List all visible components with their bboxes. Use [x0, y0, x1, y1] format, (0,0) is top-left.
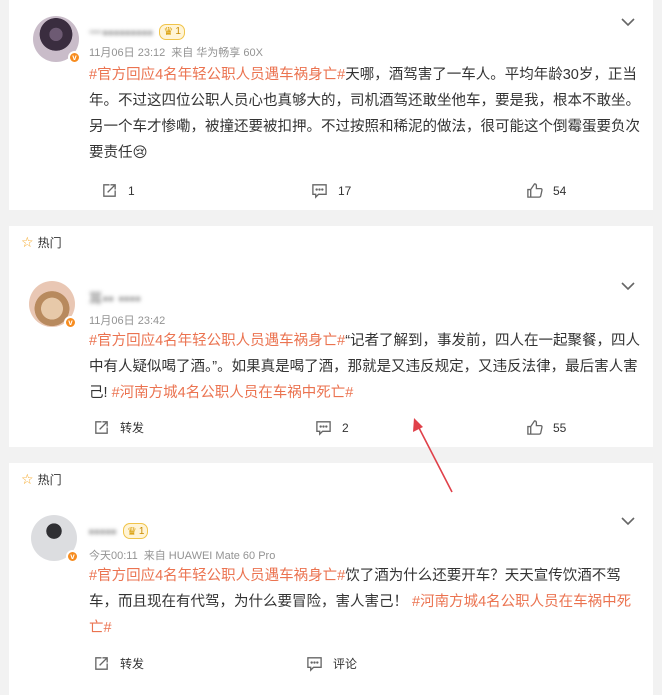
forward-label: 转发: [120, 657, 145, 671]
post-time: 今天00:11: [89, 550, 138, 562]
hashtag-link[interactable]: #官方回应4名年轻公职人员遇车祸身亡#: [89, 67, 345, 83]
forward-button[interactable]: 转发: [93, 419, 144, 436]
star-icon: ☆: [21, 471, 34, 487]
action-bar: 转发 评论: [9, 655, 653, 675]
username[interactable]: 耳▪▪ ▪▪▪▪: [89, 288, 141, 307]
forward-count: 1: [128, 183, 135, 198]
hot-label-text: 热门: [37, 473, 62, 487]
verified-badge-icon: v: [66, 550, 79, 563]
post-time: 11月06日 23:42: [89, 315, 166, 327]
username[interactable]: 一▪▪▪▪▪▪▪▪▪ ♛ 1: [89, 22, 185, 41]
username-text: 耳▪▪ ▪▪▪▪: [89, 291, 142, 306]
chevron-down-icon[interactable]: [621, 14, 635, 30]
post-source: 来自 华为畅享 60X: [171, 47, 263, 59]
hashtag-link[interactable]: #官方回应4名年轻公职人员遇车祸身亡#: [89, 333, 345, 349]
post-meta: 11月06日 23:12 来自 华为畅享 60X: [89, 44, 269, 60]
star-icon: ☆: [21, 234, 34, 250]
comment-label: 评论: [333, 657, 358, 671]
forward-button[interactable]: 转发: [93, 655, 144, 672]
post-content: #官方回应4名年轻公职人员遇车祸身亡#“记者了解到，事发前，四人在一起聚餐，四人…: [89, 328, 644, 406]
forward-icon: [95, 421, 108, 434]
forward-icon: [95, 657, 108, 670]
hot-label: ☆ 热门: [21, 471, 62, 488]
like-button[interactable]: 55: [526, 419, 566, 436]
like-icon: [527, 183, 543, 198]
hot-label: ☆ 热门: [21, 234, 62, 251]
post-card: ☆ 热门 v 耳▪▪ ▪▪▪▪ 11月06日 23:42 #官方回应4名年轻公职…: [9, 226, 653, 447]
forward-icon: [103, 184, 116, 197]
comment-icon: [307, 657, 322, 672]
comment-button[interactable]: 2: [315, 419, 349, 436]
username-text: 一▪▪▪▪▪▪▪▪▪: [89, 25, 154, 40]
forward-label: 转发: [120, 421, 145, 435]
comment-button[interactable]: 评论: [306, 655, 357, 672]
like-count: 54: [553, 183, 567, 198]
hashtag-link[interactable]: #河南方城4名公职人员在车祸中死亡#: [112, 385, 354, 401]
like-icon: [527, 420, 543, 435]
hot-label-text: 热门: [37, 236, 62, 250]
vip-badge: ♛ 1: [123, 523, 149, 539]
comment-count: 17: [338, 183, 352, 198]
verified-badge-icon: v: [64, 316, 77, 329]
crown-icon: ♛: [127, 525, 137, 538]
avatar[interactable]: v: [31, 515, 79, 563]
post-time: 11月06日 23:12: [89, 47, 166, 59]
verified-badge-icon: v: [68, 51, 81, 64]
chevron-down-icon[interactable]: [621, 513, 635, 529]
post-meta: 今天00:11 来自 HUAWEI Mate 60 Pro: [89, 547, 281, 563]
post-card: v 一▪▪▪▪▪▪▪▪▪ ♛ 1 11月06日 23:12 来自 华为畅享 60X …: [9, 0, 653, 210]
action-bar: 1 17 54: [9, 182, 653, 202]
hashtag-link[interactable]: #官方回应4名年轻公职人员遇车祸身亡#: [89, 568, 345, 584]
post-card: ☆ 热门 v ▪▪▪▪▪ ♛ 1 今天00:11 来自 HUAWEI Mate 60…: [9, 463, 653, 695]
chevron-down-icon[interactable]: [621, 278, 635, 294]
post-content: #官方回应4名年轻公职人员遇车祸身亡#天哪，酒驾害了一车人。平均年龄30岁，正当…: [89, 62, 644, 166]
post-source: 来自 HUAWEI Mate 60 Pro: [143, 550, 276, 562]
vip-badge: ♛ 1: [159, 23, 185, 40]
username[interactable]: ▪▪▪▪▪ ♛ 1: [89, 523, 149, 539]
crown-icon: ♛: [163, 26, 174, 38]
username-text: ▪▪▪▪▪: [89, 523, 118, 539]
post-content: #官方回应4名年轻公职人员遇车祸身亡#饮了酒为什么还要开车？天天宣传饮酒不驾车，…: [89, 563, 644, 641]
forward-button[interactable]: 1: [101, 182, 135, 199]
post-meta: 11月06日 23:42: [89, 312, 171, 328]
avatar[interactable]: v: [29, 281, 77, 329]
comment-icon: [312, 184, 327, 199]
comment-count: 2: [342, 420, 349, 435]
like-button[interactable]: 54: [526, 182, 566, 199]
action-bar: 转发 2 55: [9, 419, 653, 439]
avatar[interactable]: v: [33, 16, 81, 64]
comment-button[interactable]: 17: [311, 182, 351, 199]
comment-icon: [316, 421, 331, 436]
like-count: 55: [553, 420, 567, 435]
